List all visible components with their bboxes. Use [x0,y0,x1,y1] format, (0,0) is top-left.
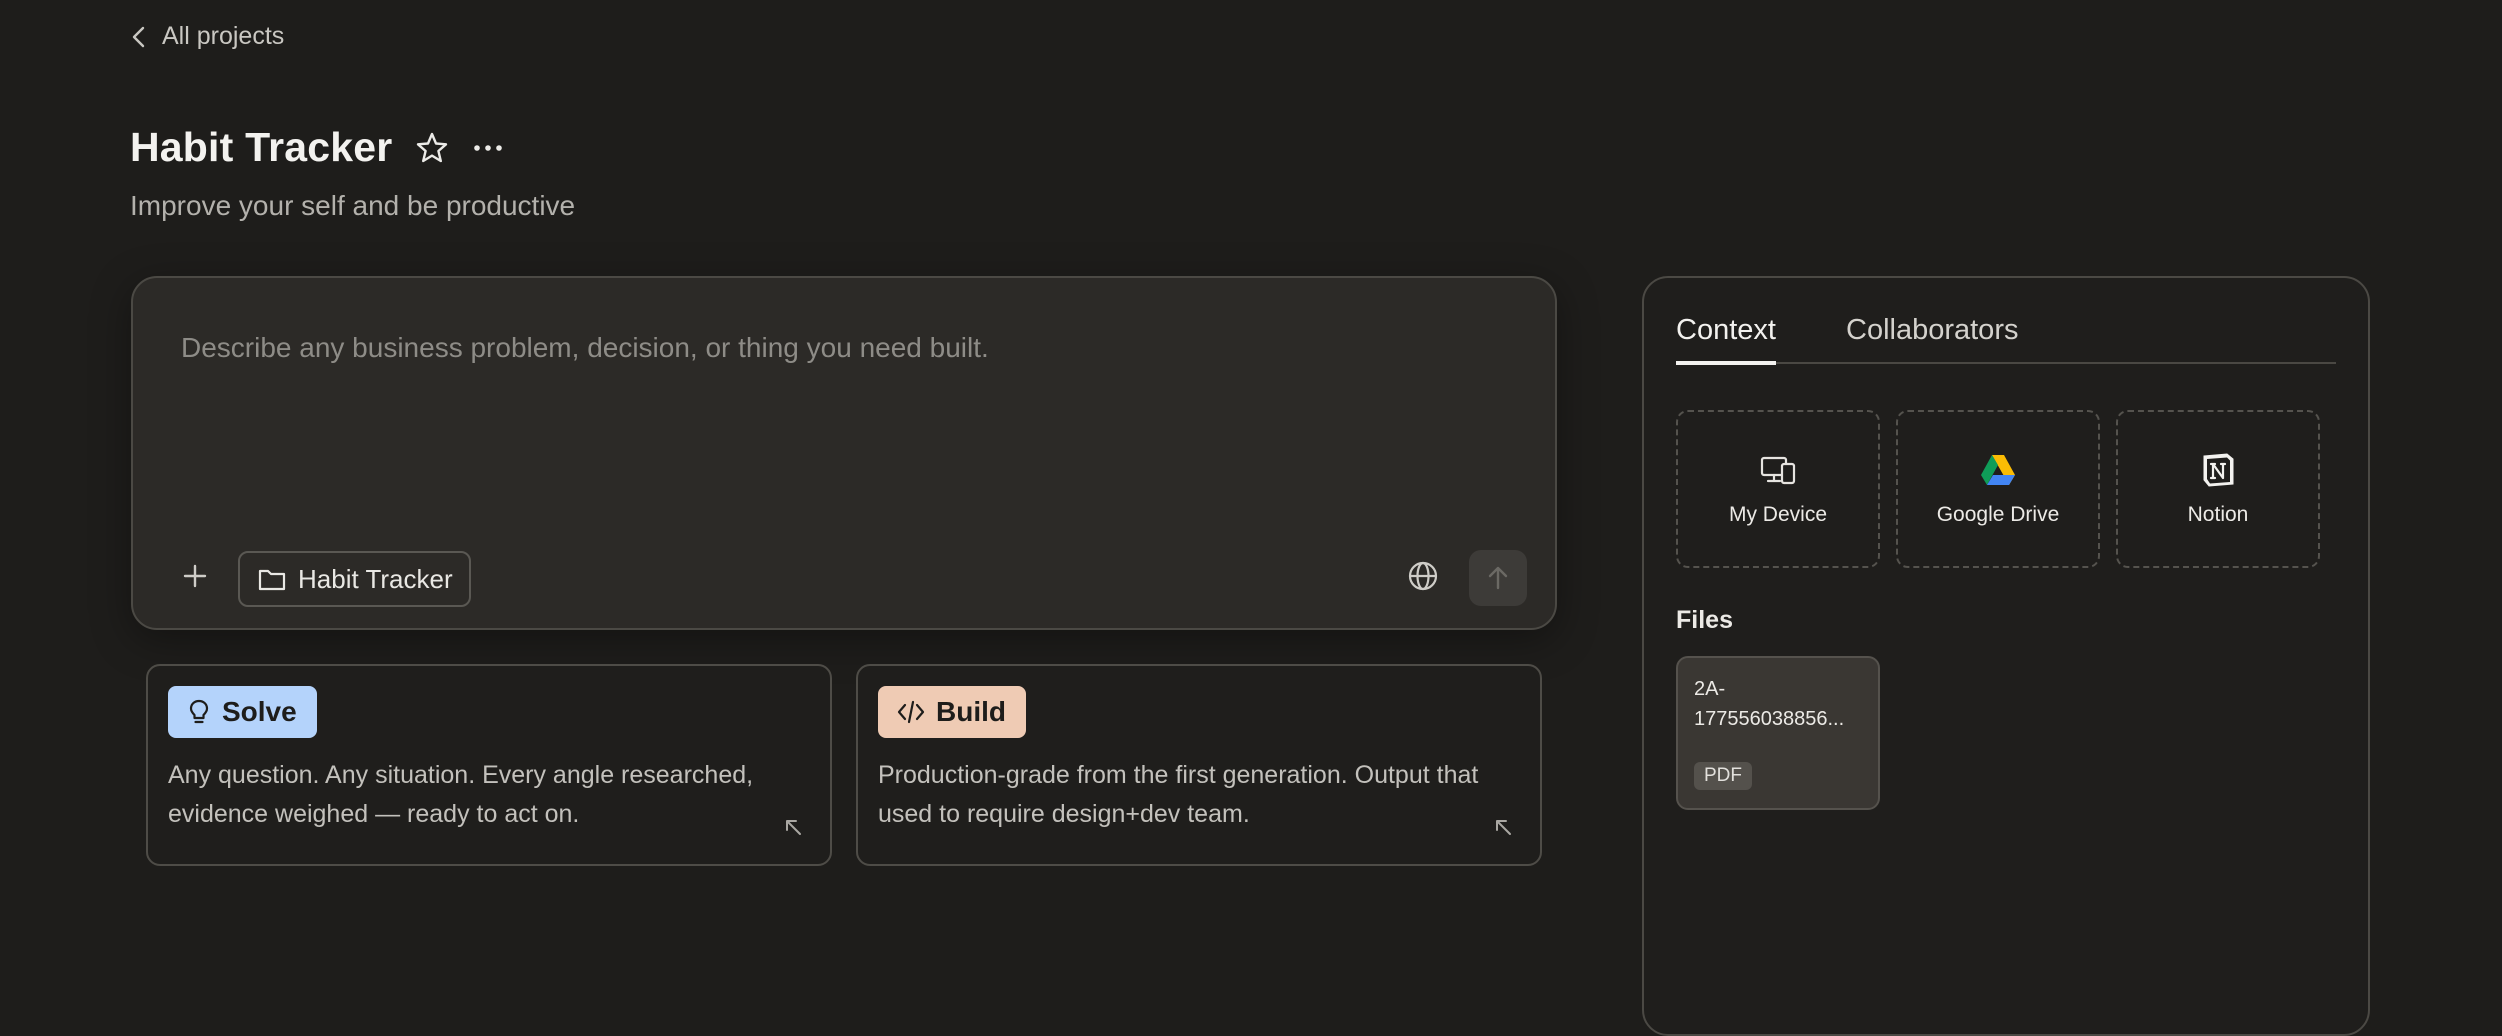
arrow-up-left-icon [786,820,801,835]
chevron-left-icon [132,26,145,47]
source-notion[interactable]: Notion [2116,410,2320,568]
plus-icon [183,564,207,588]
file-type-badge: PDF [1694,762,1752,790]
build-description: Production-grade from the first generati… [878,761,1479,828]
solve-badge: Solve [168,686,317,738]
prompt-input[interactable] [181,332,1501,482]
tab-collaborators[interactable]: Collaborators [1846,314,2018,361]
build-label: Build [936,696,1006,727]
file-card[interactable]: 2A- 177556038856... PDF [1676,656,1880,810]
file-name-line: 177556038856... [1694,708,1845,730]
source-google-drive[interactable]: Google Drive [1896,410,2100,568]
source-label: My Device [1728,503,1828,526]
source-label: Notion [2187,503,2249,526]
source-my-device[interactable]: My Device [1676,410,1880,568]
build-badge: Build [878,686,1026,738]
solve-label: Solve [222,696,297,727]
page-subtitle: Improve your self and be productive [130,190,576,221]
mode-card-solve[interactable]: Solve Any question. Any situation. Every… [146,664,832,866]
file-name-line: 2A- [1694,678,1726,700]
more-options-icon[interactable] [470,130,506,166]
solve-description: Any question. Any situation. Every angle… [168,761,754,828]
code-icon [897,700,925,724]
panel-tabs: Context Collaborators [1676,314,2336,365]
send-button[interactable] [1469,550,1527,606]
file-name: 2A- 177556038856... [1694,674,1870,734]
title-row: Habit Tracker [130,124,506,171]
mode-card-build[interactable]: Build Production-grade from the first ge… [856,664,1542,866]
lightbulb-icon [189,699,209,724]
project-folder-chip[interactable]: Habit Tracker [238,551,471,607]
page-title: Habit Tracker [130,124,393,170]
folder-chip-label: Habit Tracker [298,563,453,594]
files-heading: Files [1676,606,1733,634]
arrow-up-icon [1488,566,1508,590]
google-drive-icon [1981,455,2015,485]
add-attachment-button[interactable] [173,554,217,598]
star-icon[interactable] [414,130,450,166]
web-search-toggle[interactable] [1405,558,1441,594]
back-link-label: All projects [162,22,285,50]
notion-icon [2203,453,2234,487]
arrow-up-left-icon [1496,820,1511,835]
source-label: Google Drive [1936,503,2060,526]
context-panel: Context Collaborators My Device Google D… [1642,276,2370,1036]
globe-icon [1408,561,1438,591]
device-icon [1760,456,1796,485]
folder-icon [258,569,286,591]
prompt-composer: Habit Tracker [131,276,1557,630]
tab-context[interactable]: Context [1676,314,1776,365]
back-link[interactable]: All projects [130,22,284,51]
